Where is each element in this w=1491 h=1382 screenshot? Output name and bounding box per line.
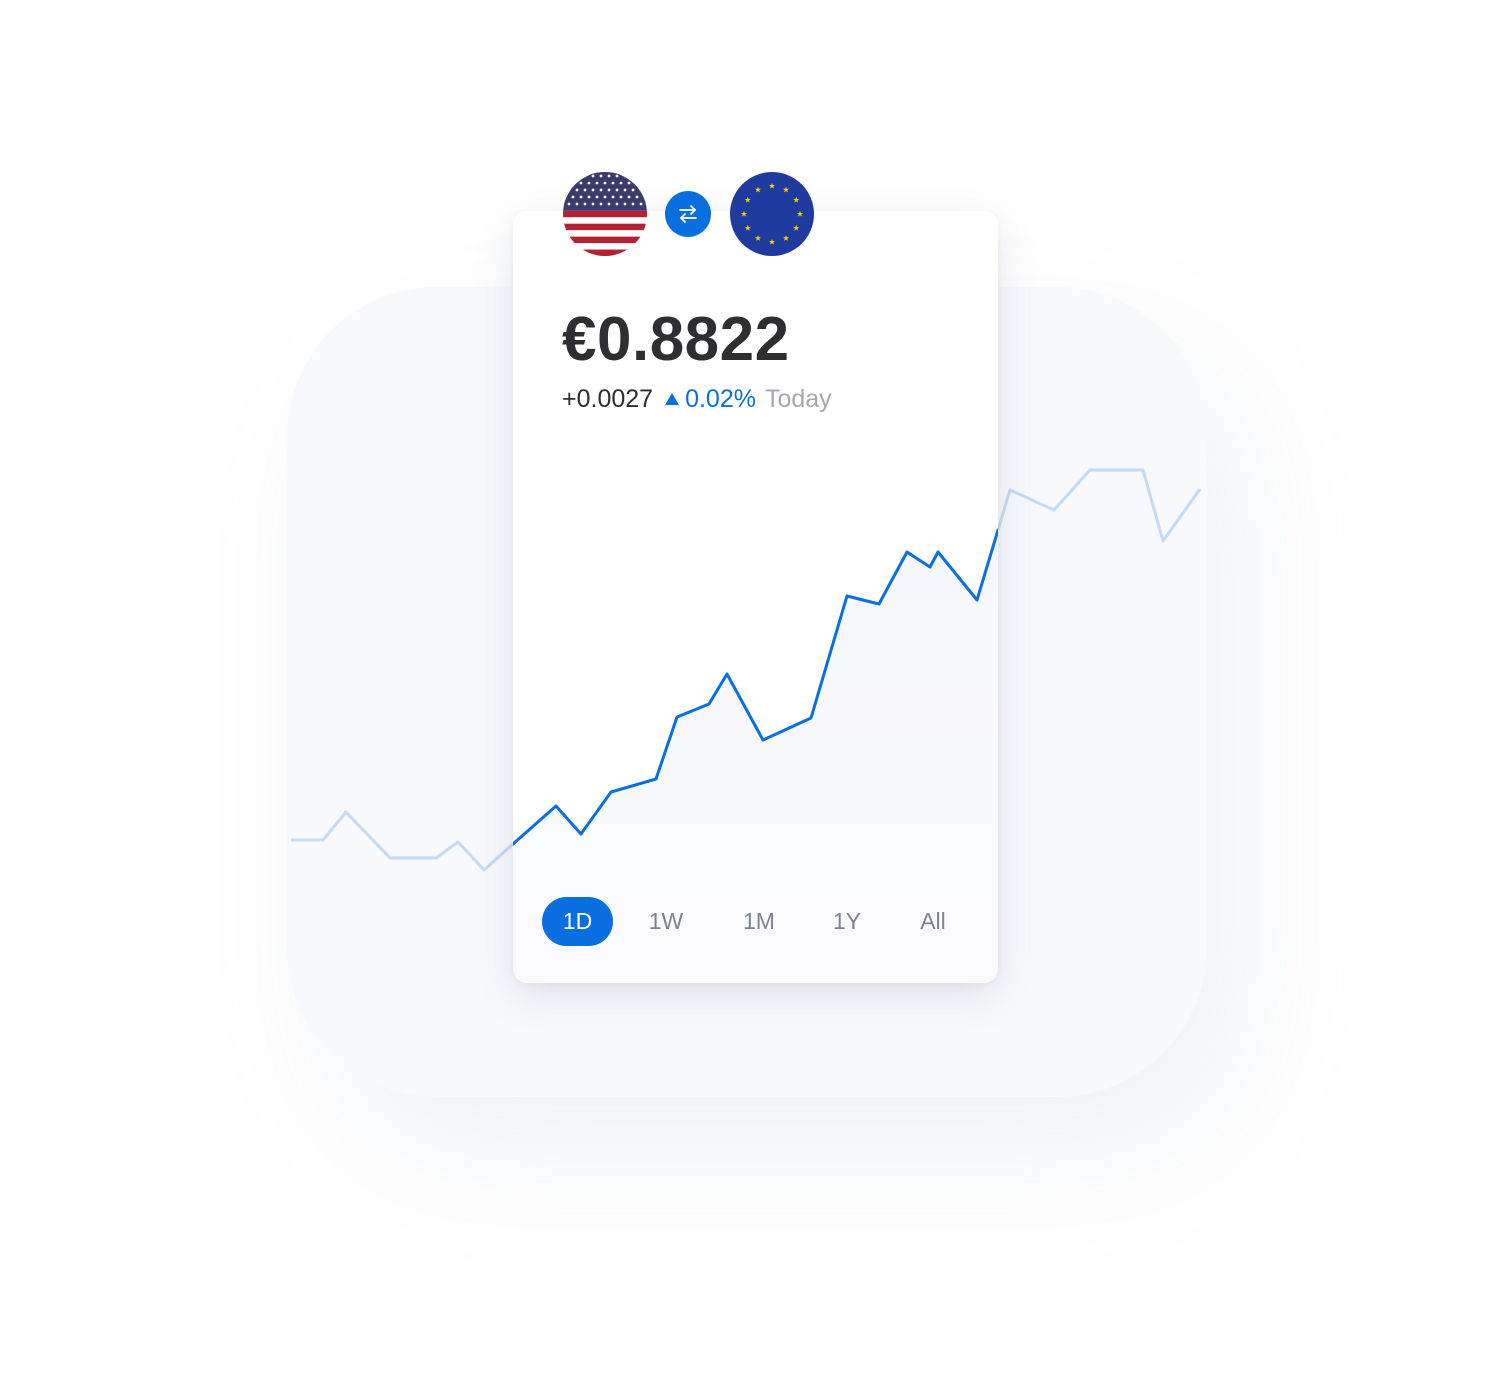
range-1d-button[interactable]: 1D [542, 897, 613, 946]
change-period: Today [764, 384, 832, 413]
eu-flag-icon[interactable] [730, 172, 814, 256]
us-flag-icon[interactable] [563, 172, 647, 256]
swap-currencies-button[interactable] [665, 191, 711, 237]
range-all-button[interactable]: All [901, 897, 965, 946]
change-percent: 0.02% [685, 384, 756, 413]
rate-change: +0.0027 0.02% Today [562, 382, 832, 416]
swap-arrows-icon [679, 205, 697, 223]
change-absolute: +0.0027 [562, 384, 654, 413]
range-1y-button[interactable]: 1Y [815, 897, 879, 946]
exchange-rate-value: €0.8822 [562, 305, 790, 374]
range-1w-button[interactable]: 1W [634, 897, 698, 946]
fx-rate-widget: €0.8822 +0.0027 0.02% Today 1D 1W 1M 1Y … [0, 0, 1491, 1382]
triangle-up-icon [665, 393, 680, 405]
range-1m-button[interactable]: 1M [727, 897, 791, 946]
